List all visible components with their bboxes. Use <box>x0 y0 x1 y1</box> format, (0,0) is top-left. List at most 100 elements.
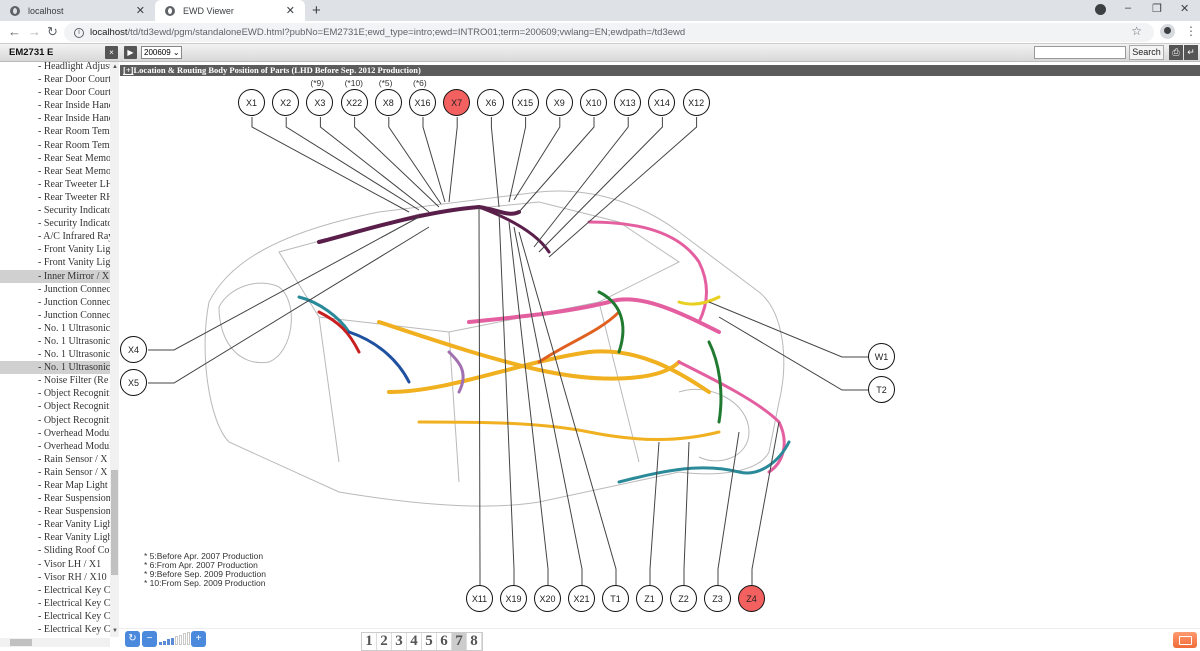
zoom-level-bar[interactable] <box>183 633 186 645</box>
callout-x19[interactable]: X19 <box>500 585 527 612</box>
sidebar-item[interactable]: - Electrical Key C <box>0 623 110 636</box>
sidebar-item[interactable]: - Front Vanity Light <box>0 243 110 256</box>
sidebar-item[interactable]: - Rear Vanity Light <box>0 531 110 544</box>
callout-t2[interactable]: T2 <box>868 376 895 403</box>
reload-icon[interactable]: ↻ <box>47 24 58 40</box>
close-window-button[interactable]: ✕ <box>1180 2 1189 15</box>
sidebar-item[interactable]: - Rear Tweeter LH <box>0 178 110 191</box>
callout-x8[interactable]: X8 <box>374 89 402 116</box>
close-tab-icon[interactable]: ✕ <box>286 4 295 17</box>
callout-x22[interactable]: X22 <box>340 89 368 116</box>
sidebar-item[interactable]: - Rear Suspension <box>0 492 110 505</box>
sidebar-item[interactable]: - Rear Seat Memory <box>0 165 110 178</box>
sidebar-item[interactable]: - Rear Inside Handle <box>0 112 110 125</box>
search-button[interactable]: Search <box>1129 45 1164 60</box>
sidebar-item[interactable]: - Overhead Module <box>0 440 110 453</box>
page-6[interactable]: 6 <box>437 633 452 650</box>
profile-avatar-icon[interactable] <box>1160 24 1175 39</box>
callout-t1[interactable]: T1 <box>602 585 629 612</box>
zoom-level-bar[interactable] <box>171 637 174 645</box>
sidebar-item[interactable]: - Rear Room Temp <box>0 139 110 152</box>
url-input[interactable]: i localhost/td/td3ewd/pgm/standaloneEWD.… <box>64 23 1154 42</box>
callout-x1[interactable]: X1 <box>238 89 265 116</box>
sidebar-item[interactable]: - Rain Sensor / X <box>0 466 110 479</box>
sidebar-item[interactable]: - Junction Connector <box>0 283 110 296</box>
sidebar-item[interactable]: - Rear Inside Handle <box>0 99 110 112</box>
sidebar-item[interactable]: - Electrical Key C <box>0 584 110 597</box>
callout-z4[interactable]: Z4 <box>738 585 765 612</box>
callout-x5[interactable]: X5 <box>120 369 147 396</box>
restore-button[interactable]: ❐ <box>1152 2 1162 15</box>
reset-zoom-icon[interactable]: ↻ <box>125 631 140 647</box>
callout-x4[interactable]: X4 <box>120 336 147 363</box>
scroll-up-arrow[interactable]: ▲ <box>112 64 118 70</box>
sidebar-item[interactable]: - Rear Suspension <box>0 505 110 518</box>
sidebar-horizontal-scrollbar[interactable] <box>0 638 110 647</box>
callout-z3[interactable]: Z3 <box>704 585 731 612</box>
new-tab-button[interactable]: + <box>312 2 321 19</box>
callout-x20[interactable]: X20 <box>534 585 561 612</box>
close-tab-icon[interactable]: ✕ <box>136 4 145 17</box>
sidebar-item[interactable]: - Overhead Module <box>0 427 110 440</box>
sidebar-item[interactable]: - Junction Connector <box>0 296 110 309</box>
sidebar-item[interactable]: - Sliding Roof Co <box>0 544 110 557</box>
callout-x13[interactable]: X13 <box>614 89 642 116</box>
zoom-level-bar[interactable] <box>179 634 182 645</box>
callout-x9[interactable]: X9 <box>545 89 573 116</box>
sidebar-item[interactable]: - Object Recognition <box>0 387 110 400</box>
page-1[interactable]: 1 <box>362 633 377 650</box>
browser-menu-icon[interactable]: ⋮ <box>1185 24 1197 38</box>
print-icon[interactable]: ⎙ <box>1169 45 1183 60</box>
scroll-down-arrow[interactable]: ▼ <box>112 628 118 634</box>
search-input[interactable] <box>1034 46 1126 59</box>
callout-x11[interactable]: X11 <box>466 585 493 612</box>
callout-w1[interactable]: W1 <box>868 343 895 370</box>
page-2[interactable]: 2 <box>377 633 392 650</box>
callout-z2[interactable]: Z2 <box>670 585 697 612</box>
forward-icon[interactable]: → <box>28 24 41 39</box>
callout-x16[interactable]: X16 <box>409 89 436 116</box>
sidebar-item[interactable]: - Visor LH / X1 <box>0 558 110 571</box>
next-button[interactable]: ▶ <box>124 46 137 59</box>
zoom-level-bar[interactable] <box>167 639 170 645</box>
page-5[interactable]: 5 <box>422 633 437 650</box>
zoom-in-icon[interactable]: + <box>191 631 206 647</box>
sidebar-item[interactable]: - Electrical Key C <box>0 597 110 610</box>
date-select[interactable]: 200609 ⌄ <box>141 46 182 59</box>
close-sidebar-button[interactable]: × <box>105 46 118 59</box>
bookmark-star-icon[interactable]: ☆ <box>1131 24 1142 38</box>
sidebar-item[interactable]: - No. 1 Ultrasonic <box>0 348 110 361</box>
page-8[interactable]: 8 <box>467 633 482 650</box>
sidebar-item[interactable]: - Security Indicator <box>0 217 110 230</box>
zoom-level-bar[interactable] <box>163 640 166 645</box>
sidebar-item[interactable]: - Rear Map Light <box>0 479 110 492</box>
sidebar-item[interactable]: - Object Recognition <box>0 414 110 427</box>
minimize-button[interactable]: – <box>1125 2 1131 14</box>
sidebar-item[interactable]: - Rear Door Courtesy <box>0 73 110 86</box>
sidebar-item[interactable]: - Rear Door Courtesy <box>0 86 110 99</box>
sidebar-vertical-scrollbar[interactable]: ▲ ▼ <box>110 62 119 637</box>
sidebar-item[interactable]: - Rear Seat Memory <box>0 152 110 165</box>
sidebar-item[interactable]: - A/C Infrared Ray <box>0 230 110 243</box>
sidebar-item[interactable]: - Rear Tweeter RH <box>0 191 110 204</box>
callout-x12[interactable]: X12 <box>682 89 710 116</box>
sidebar-item[interactable]: - Security Indicator <box>0 204 110 217</box>
callout-x7[interactable]: X7 <box>443 89 471 116</box>
sidebar-item[interactable]: - Rain Sensor / X <box>0 453 110 466</box>
callout-x21[interactable]: X21 <box>568 585 595 612</box>
sidebar-item[interactable]: - Rear Vanity Light <box>0 518 110 531</box>
sidebar-item[interactable]: - No. 1 Ultrasonic <box>0 322 110 335</box>
scrollbar-thumb[interactable] <box>111 470 118 575</box>
zoom-level-bar[interactable] <box>175 636 178 645</box>
sidebar-item[interactable]: - No. 1 Ultrasonic <box>0 335 110 348</box>
zoom-out-icon[interactable]: − <box>142 631 157 647</box>
sidebar-item[interactable]: - Inner Mirror / X <box>0 269 110 283</box>
sidebar-item[interactable]: - Junction Connector <box>0 309 110 322</box>
sidebar-item[interactable]: - Electrical Key C <box>0 610 110 623</box>
page-7[interactable]: 7 <box>452 633 467 650</box>
sidebar-item[interactable]: - Rear Room Temp <box>0 125 110 138</box>
zoom-level-bar[interactable] <box>159 642 162 645</box>
sidebar-item[interactable]: - Noise Filter (Re <box>0 374 110 387</box>
zoom-level-bar[interactable] <box>187 631 190 645</box>
info-icon[interactable]: i <box>74 27 84 38</box>
